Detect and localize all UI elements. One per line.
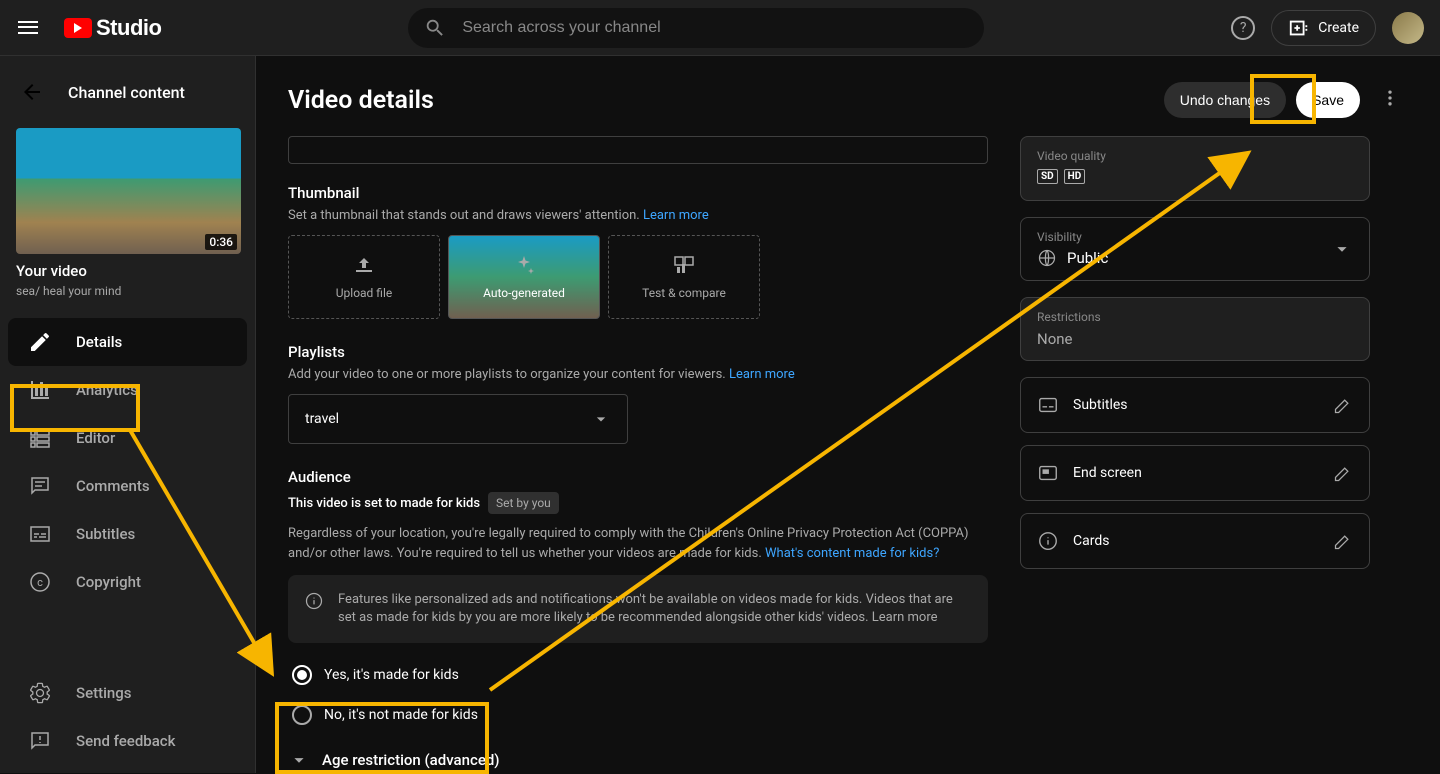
svg-text:c: c <box>37 576 43 589</box>
sd-badge: SD <box>1037 169 1058 184</box>
nav-copyright[interactable]: c Copyright <box>8 558 247 606</box>
create-plus-icon <box>1288 17 1310 39</box>
feedback-icon <box>28 729 52 753</box>
thumbnail-learn-link[interactable]: Learn more <box>643 208 709 223</box>
studio-logo[interactable]: Studio <box>64 15 161 41</box>
create-label: Create <box>1318 20 1359 36</box>
top-header: Studio ? Create <box>0 0 1440 56</box>
search-input[interactable] <box>462 19 968 37</box>
globe-icon <box>1037 248 1057 268</box>
sidebar: Channel content 0:36 Your video sea/ hea… <box>0 56 256 773</box>
video-thumbnail[interactable]: 0:36 <box>16 128 241 254</box>
visibility-card[interactable]: Visibility Public <box>1020 217 1370 281</box>
logo-text: Studio <box>96 15 161 41</box>
playlists-section: Playlists Add your video to one or more … <box>288 343 988 444</box>
radio-not-for-kids[interactable]: No, it's not made for kids <box>288 695 988 735</box>
radio-no-icon <box>292 705 312 725</box>
compare-icon <box>672 254 696 278</box>
copyright-icon: c <box>28 570 52 594</box>
info-icon <box>1037 530 1059 552</box>
main-header: Video details Undo changes Save <box>256 56 1440 136</box>
pencil-icon <box>1333 463 1353 483</box>
cards-row[interactable]: Cards <box>1020 513 1370 569</box>
endscreen-icon <box>1037 462 1059 484</box>
playlists-heading: Playlists <box>288 343 988 361</box>
audience-section: Audience This video is set to made for k… <box>288 468 988 773</box>
sidebar-video-title: Your video <box>16 262 239 280</box>
page-title: Video details <box>288 86 1164 115</box>
help-icon[interactable]: ? <box>1231 16 1255 40</box>
age-restriction-toggle[interactable]: Age restriction (advanced) <box>288 735 988 773</box>
nav-editor[interactable]: Editor <box>8 414 247 462</box>
avatar[interactable] <box>1392 12 1424 44</box>
nav-details[interactable]: Details <box>8 318 247 366</box>
subtitles-icon <box>1037 394 1059 416</box>
info-icon <box>304 591 324 611</box>
radio-yes-icon <box>292 665 312 685</box>
back-row[interactable]: Channel content <box>0 56 255 128</box>
playlists-select[interactable]: travel <box>288 394 628 444</box>
set-by-you-tag: Set by you <box>488 492 559 514</box>
duration-badge: 0:36 <box>205 234 237 250</box>
comments-icon <box>28 474 52 498</box>
restrictions-card: Restrictions None <box>1020 297 1370 361</box>
quality-card: Video quality SD HD <box>1020 136 1370 201</box>
save-button[interactable]: Save <box>1296 82 1360 118</box>
back-label: Channel content <box>68 83 185 102</box>
hamburger-icon[interactable] <box>16 16 40 40</box>
thumb-autogen[interactable]: Auto-generated <box>448 235 600 319</box>
hd-badge: HD <box>1064 169 1086 184</box>
undo-button[interactable]: Undo changes <box>1164 82 1286 118</box>
thumb-test[interactable]: Test & compare <box>608 235 760 319</box>
thumbnail-section: Thumbnail Set a thumbnail that stands ou… <box>288 184 988 319</box>
nav-settings[interactable]: Settings <box>8 669 247 717</box>
analytics-icon <box>28 378 52 402</box>
search-icon <box>424 17 446 39</box>
title-field-cutoff[interactable] <box>288 136 988 164</box>
notice-learn-link[interactable]: Learn more <box>872 610 938 625</box>
sidebar-video-subtitle: sea/ heal your mind <box>16 284 239 298</box>
pencil-icon <box>1333 531 1353 551</box>
thumb-upload[interactable]: Upload file <box>288 235 440 319</box>
subtitles-row[interactable]: Subtitles <box>1020 377 1370 433</box>
kids-notice: Features like personalized ads and notif… <box>288 575 988 643</box>
thumbnail-heading: Thumbnail <box>288 184 988 202</box>
nav-subtitles[interactable]: Subtitles <box>8 510 247 558</box>
more-menu[interactable] <box>1372 80 1408 120</box>
subtitles-icon <box>28 522 52 546</box>
coppa-link[interactable]: What's content made for kids? <box>765 546 939 561</box>
nav-analytics[interactable]: Analytics <box>8 366 247 414</box>
chevron-down-icon <box>1331 238 1353 260</box>
gear-icon <box>28 681 52 705</box>
upload-icon <box>352 254 376 278</box>
pencil-icon <box>1333 395 1353 415</box>
back-arrow-icon <box>20 80 44 104</box>
endscreen-row[interactable]: End screen <box>1020 445 1370 501</box>
nav-feedback[interactable]: Send feedback <box>8 717 247 765</box>
playlists-learn-link[interactable]: Learn more <box>729 367 795 382</box>
editor-icon <box>28 426 52 450</box>
audience-heading: Audience <box>288 468 988 486</box>
create-button[interactable]: Create <box>1271 10 1376 46</box>
search-box[interactable] <box>408 8 984 48</box>
radio-made-for-kids[interactable]: Yes, it's made for kids <box>288 655 988 695</box>
pencil-icon <box>28 330 52 354</box>
chevron-down-icon <box>288 749 310 771</box>
sparkle-icon <box>512 254 536 278</box>
chevron-down-icon <box>591 409 611 429</box>
nav-comments[interactable]: Comments <box>8 462 247 510</box>
